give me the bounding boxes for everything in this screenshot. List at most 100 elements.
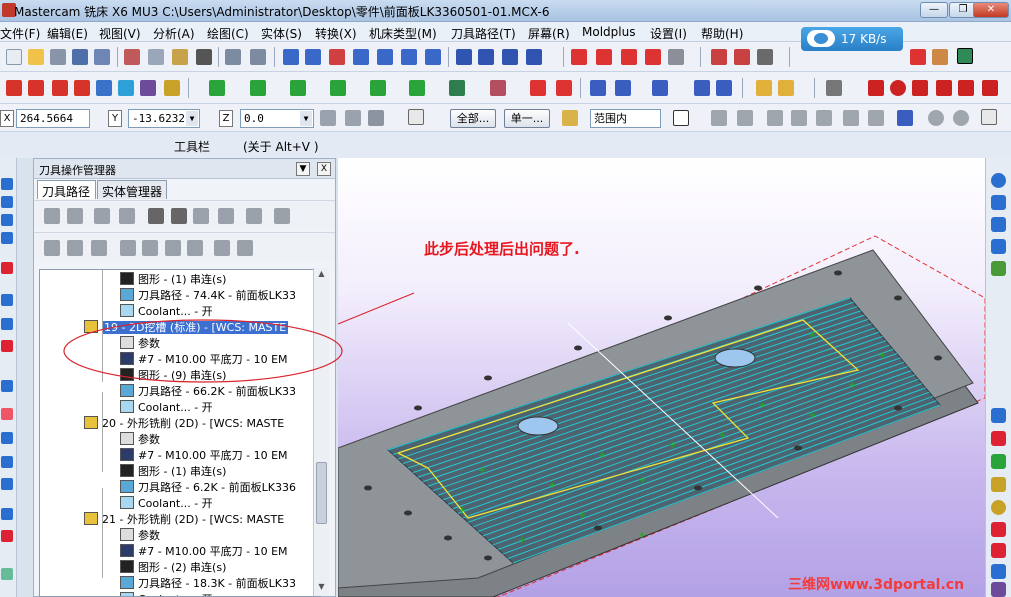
selection-range-select[interactable]: 范围内 [590, 109, 661, 128]
help-select-icon[interactable] [981, 109, 997, 125]
menu-moldplus[interactable]: Moldplus [582, 25, 635, 39]
toggle-posting-icon[interactable] [91, 240, 107, 256]
drag-icon[interactable] [456, 49, 472, 65]
back-select-icon[interactable] [843, 110, 859, 126]
face-select-icon[interactable] [767, 110, 783, 126]
menu-analyze[interactable]: 分析(A) [153, 25, 195, 42]
rectangle-icon[interactable] [96, 80, 112, 96]
tree-row[interactable]: 图形 - (1) 串连(s) [120, 464, 226, 480]
circle-right-icon[interactable] [991, 500, 1006, 515]
fillet-right-icon[interactable] [991, 522, 1006, 537]
move-down-icon[interactable] [120, 240, 136, 256]
menu-edit[interactable]: 编辑(E) [47, 25, 88, 42]
highfeed-icon[interactable] [246, 208, 262, 224]
tree-row[interactable]: 刀具路径 - 6.2K - 前面板LK336 [120, 480, 296, 496]
tree-row[interactable]: Coolant... - 开 [120, 400, 213, 416]
copy-icon[interactable] [148, 49, 164, 65]
dimension-icon[interactable] [621, 49, 637, 65]
tree-row[interactable]: 图形 - (9) 串连(s) [120, 368, 226, 384]
point-icon[interactable] [6, 80, 22, 96]
tree-row[interactable]: 刀具路径 - 18.3K - 前面板LK33 [120, 576, 296, 592]
delete-icon[interactable] [196, 49, 212, 65]
fast-point-icon[interactable] [320, 110, 336, 126]
line-right-icon[interactable] [991, 477, 1006, 492]
offset-icon[interactable] [401, 49, 417, 65]
active-mode-icon[interactable] [957, 48, 973, 64]
shading-icon[interactable] [910, 49, 926, 65]
paste-icon[interactable] [172, 49, 188, 65]
lock-icon[interactable] [44, 240, 60, 256]
select-dirty-ops-icon[interactable] [67, 208, 83, 224]
measure-icon[interactable] [826, 80, 842, 96]
display-associated-icon[interactable] [237, 240, 253, 256]
create-circle-icon[interactable] [290, 80, 306, 96]
pattern-icon[interactable] [164, 80, 180, 96]
misc-right-icon[interactable] [991, 582, 1006, 597]
mill-icon[interactable] [734, 49, 750, 65]
open-file-icon[interactable] [28, 49, 44, 65]
add-green-icon[interactable] [991, 454, 1006, 469]
display-icon[interactable] [1, 196, 13, 208]
menu-xform[interactable]: 转换(X) [315, 25, 357, 42]
grid-right-icon[interactable] [991, 543, 1006, 558]
line-endpoint-icon[interactable] [912, 80, 928, 96]
array-icon[interactable] [425, 49, 441, 65]
menu-file[interactable]: 文件(F) [0, 25, 40, 42]
arc-icon[interactable] [28, 80, 44, 96]
table-icon[interactable] [596, 49, 612, 65]
marker-icon[interactable] [1, 408, 13, 420]
mirror-icon[interactable] [329, 49, 345, 65]
perpendicular-icon[interactable] [958, 80, 974, 96]
simulate-icon[interactable] [193, 208, 209, 224]
scroll-to-insert-icon[interactable] [187, 240, 203, 256]
options-icon[interactable] [668, 49, 684, 65]
select-all-button[interactable]: 全部... [450, 109, 496, 128]
tree-row[interactable]: 刀具路径 - 74.4K - 前面板LK33 [120, 288, 296, 304]
vertical-icon[interactable] [716, 80, 732, 96]
join-icon[interactable] [652, 80, 668, 96]
menu-view[interactable]: 视图(V) [99, 25, 141, 42]
create-rectangle-icon[interactable] [330, 80, 346, 96]
menu-toolpaths[interactable]: 刀具路径(T) [451, 25, 516, 42]
box-right-icon[interactable] [991, 564, 1006, 579]
scroll-up-icon[interactable]: ▲ [316, 269, 327, 281]
rotate-icon[interactable] [353, 49, 369, 65]
surface-icon[interactable] [118, 80, 134, 96]
cursor-icon[interactable] [711, 110, 727, 126]
gview-icon[interactable] [991, 195, 1006, 210]
only-display-selected-icon[interactable] [214, 240, 230, 256]
grid-icon[interactable] [571, 49, 587, 65]
operation-row[interactable]: 21 - 外形铣削 (2D) - [WCS: MASTE [84, 512, 284, 528]
manager-close-icon[interactable]: X [317, 162, 331, 176]
menu-create[interactable]: 绘图(C) [207, 25, 249, 42]
transform-icon[interactable] [283, 49, 299, 65]
y-dropdown-icon[interactable]: ▼ [186, 111, 198, 126]
circle-select-icon[interactable] [953, 110, 969, 126]
manager-menu-icon[interactable]: ▼ [296, 162, 310, 176]
toggle-display-icon[interactable] [67, 240, 83, 256]
z-coordinate-input[interactable]: 0.0 ▼ [240, 109, 314, 128]
menu-settings[interactable]: 设置(I) [650, 25, 687, 42]
minimize-button[interactable]: — [920, 2, 948, 18]
tree-row[interactable]: 参数 [120, 336, 160, 352]
tab-solids-manager[interactable]: 实体管理器 [97, 180, 167, 199]
save-icon[interactable] [72, 49, 88, 65]
menu-solids[interactable]: 实体(S) [261, 25, 302, 42]
create-line-icon[interactable] [250, 80, 266, 96]
edit-icon[interactable] [756, 80, 772, 96]
tangent-icon[interactable] [936, 80, 952, 96]
scroll-down-icon[interactable]: ▼ [316, 582, 327, 594]
move-up-icon[interactable] [142, 240, 158, 256]
filter-icon[interactable] [1, 380, 13, 392]
select-all-ops-icon[interactable] [44, 208, 60, 224]
tree-row[interactable]: Coolant... - 开 [120, 496, 213, 512]
tree-row[interactable]: 参数 [120, 432, 160, 448]
verify-ops-icon[interactable] [171, 208, 187, 224]
help-icon[interactable] [408, 109, 424, 125]
verify-icon[interactable] [673, 110, 689, 126]
tree-row[interactable]: #7 - M10.00 平底刀 - 10 EM [120, 352, 288, 368]
select-level-icon[interactable] [1, 294, 13, 306]
selection-mask-icon[interactable] [562, 110, 578, 126]
chamfer-icon[interactable] [409, 80, 425, 96]
gear-red-icon[interactable] [1, 530, 13, 542]
